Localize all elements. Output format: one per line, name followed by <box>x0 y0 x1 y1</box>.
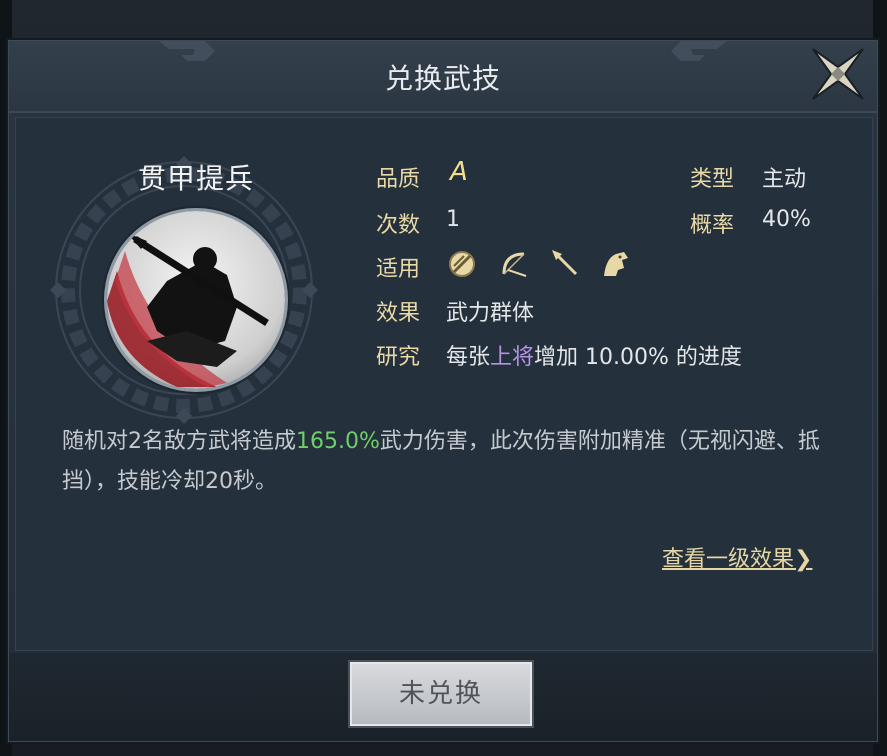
quality-label: 品质 <box>376 167 421 192</box>
type-label: 类型 <box>690 167 735 192</box>
view-level-one-effect-link[interactable]: 查看一级效果❯ <box>662 541 812 573</box>
shield-unit-icon <box>449 251 475 277</box>
spear-unit-icon <box>552 250 578 276</box>
skill-name: 贯甲提兵 <box>137 162 254 195</box>
cavalry-unit-icon <box>604 252 628 276</box>
research-label: 研究 <box>376 345 421 370</box>
effect-value: 武力群体 <box>446 301 535 326</box>
chance-value: 40% <box>762 207 811 232</box>
title-divider <box>9 111 877 113</box>
link-label: 查看一级效果 <box>662 547 795 572</box>
count-label: 次数 <box>376 213 421 238</box>
chance-label: 概率 <box>690 213 735 238</box>
type-value: 主动 <box>762 167 807 192</box>
research-highlight: 上将 <box>490 345 535 370</box>
description-highlight: 165.0% <box>296 429 380 454</box>
close-icon <box>812 48 864 100</box>
count-value: 1 <box>446 207 460 232</box>
bow-unit-icon <box>502 252 527 277</box>
warrior-illustration <box>107 211 285 389</box>
applicable-label: 适用 <box>376 257 421 282</box>
skill-portrait <box>104 208 288 392</box>
title-bar: 兑换武技 <box>9 41 877 113</box>
quality-value: A <box>450 157 468 187</box>
research-value: 每张上将增加 10.00% 的进度 <box>446 339 742 371</box>
effect-label: 效果 <box>376 301 421 326</box>
description-part1: 随机对2名敌方武将造成 <box>62 429 296 454</box>
research-suffix: 增加 10.00% 的进度 <box>534 345 742 370</box>
redeem-button[interactable]: 未兑换 <box>350 662 532 726</box>
chevron-right-icon: ❯ <box>794 547 813 572</box>
skill-description: 随机对2名敌方武将造成165.0%武力伤害，此次伤害附加精准（无视闪避、抵挡），… <box>62 422 822 502</box>
research-prefix: 每张 <box>446 345 491 370</box>
dialog-title: 兑换武技 <box>384 62 501 95</box>
close-button[interactable] <box>809 45 867 103</box>
